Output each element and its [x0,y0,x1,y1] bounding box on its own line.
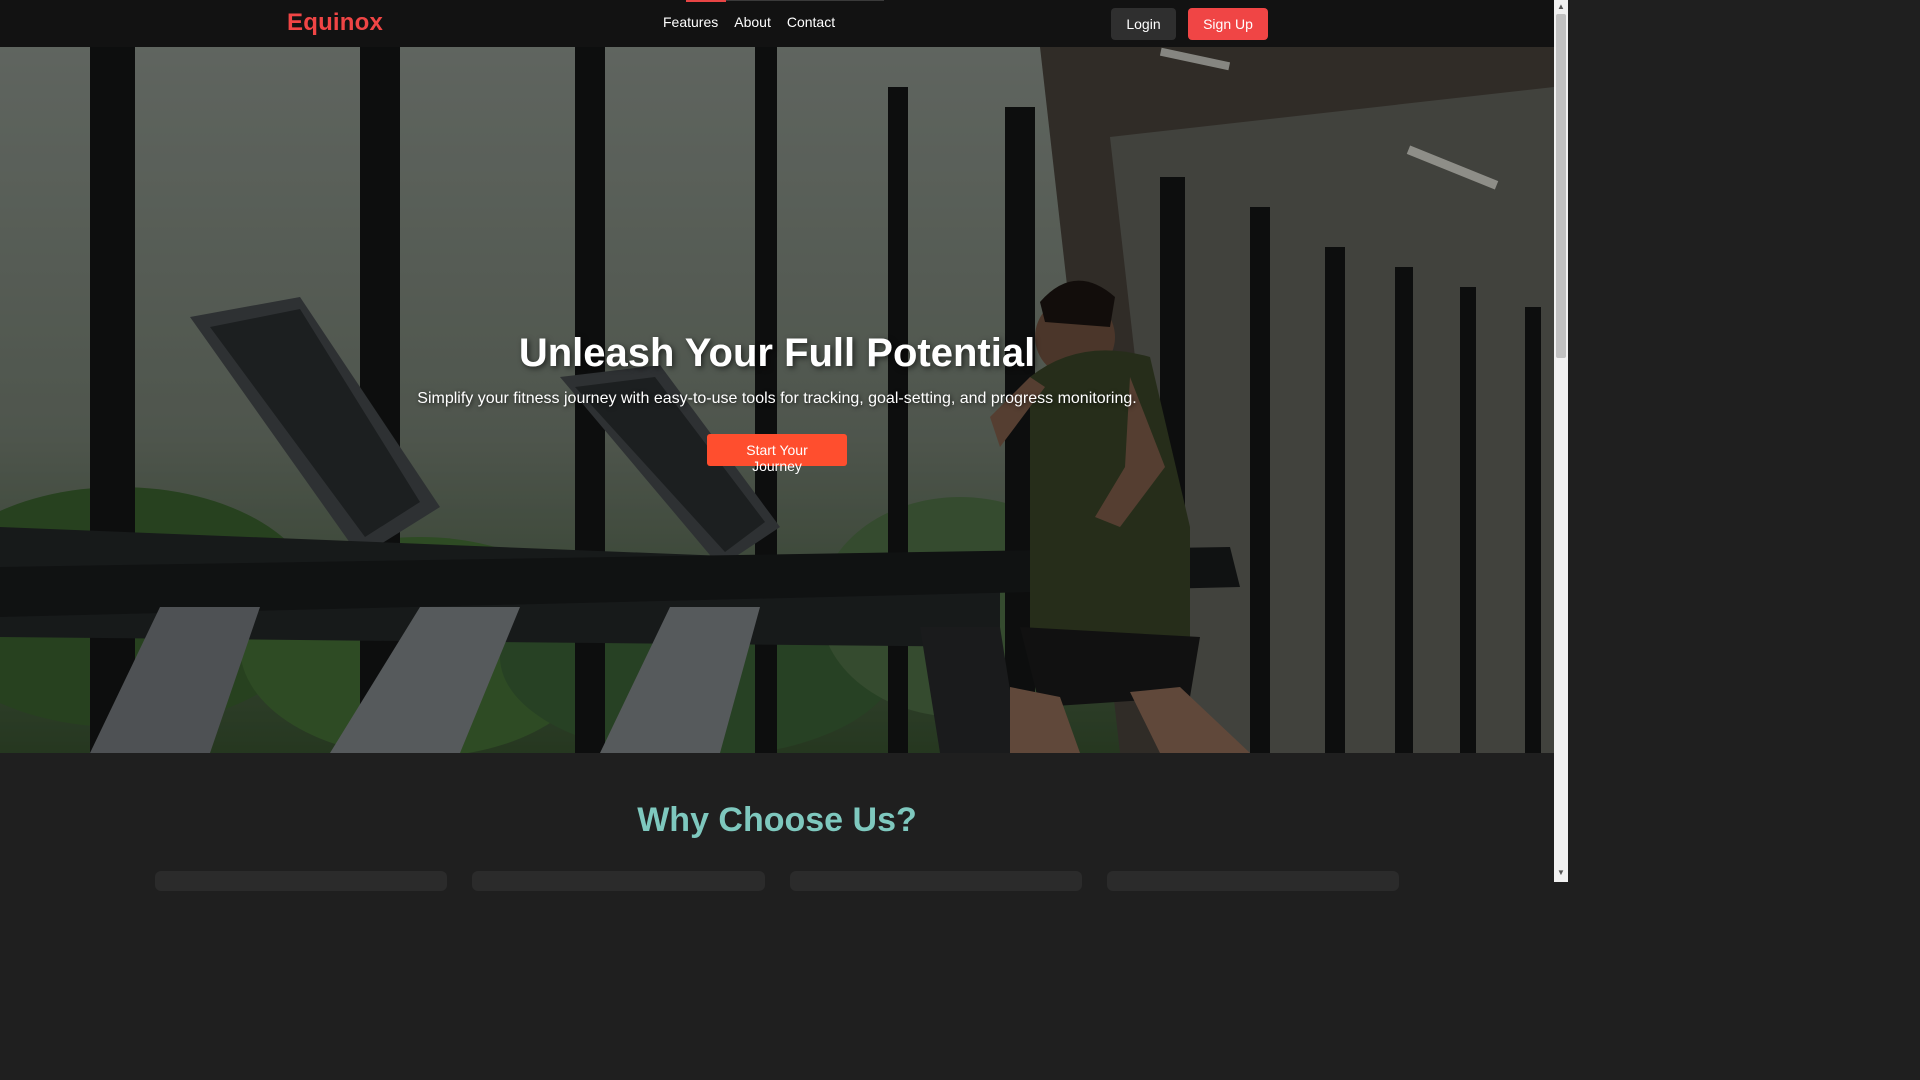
logo[interactable]: Equinox [287,9,383,37]
scrollbar-thumb[interactable] [1556,14,1566,358]
nav-link-contact[interactable]: Contact [787,14,835,30]
feature-card [155,871,447,891]
section-title: Why Choose Us? [637,801,917,839]
scroll-down-arrow-icon[interactable]: ▼ [1557,868,1565,877]
navbar: Equinox Features About Contact Login Sig… [0,0,1554,47]
scroll-up-arrow-icon[interactable]: ▲ [1557,2,1565,11]
feature-card [790,871,1082,891]
signup-button[interactable]: Sign Up [1188,8,1268,40]
page-scrollbar[interactable]: ▲ ▼ [1554,0,1568,882]
hero-content: Unleash Your Full Potential Simplify you… [0,331,1554,476]
nav-link-features[interactable]: Features [663,14,718,30]
start-journey-button[interactable]: Start Your Journey [707,434,847,474]
nav-active-indicator [686,0,726,2]
feature-card [1107,871,1399,891]
nav-divider [726,0,884,1]
hero-section: Unleash Your Full Potential Simplify you… [0,47,1554,753]
nav-links: Features About Contact [663,14,835,30]
hero-title: Unleash Your Full Potential [518,331,1036,375]
hero-subtitle: Simplify your fitness journey with easy-… [417,390,1137,407]
login-button[interactable]: Login [1111,8,1176,40]
nav-link-about[interactable]: About [734,14,771,30]
feature-card [472,871,765,891]
why-choose-us-section: Why Choose Us? [0,753,1554,891]
